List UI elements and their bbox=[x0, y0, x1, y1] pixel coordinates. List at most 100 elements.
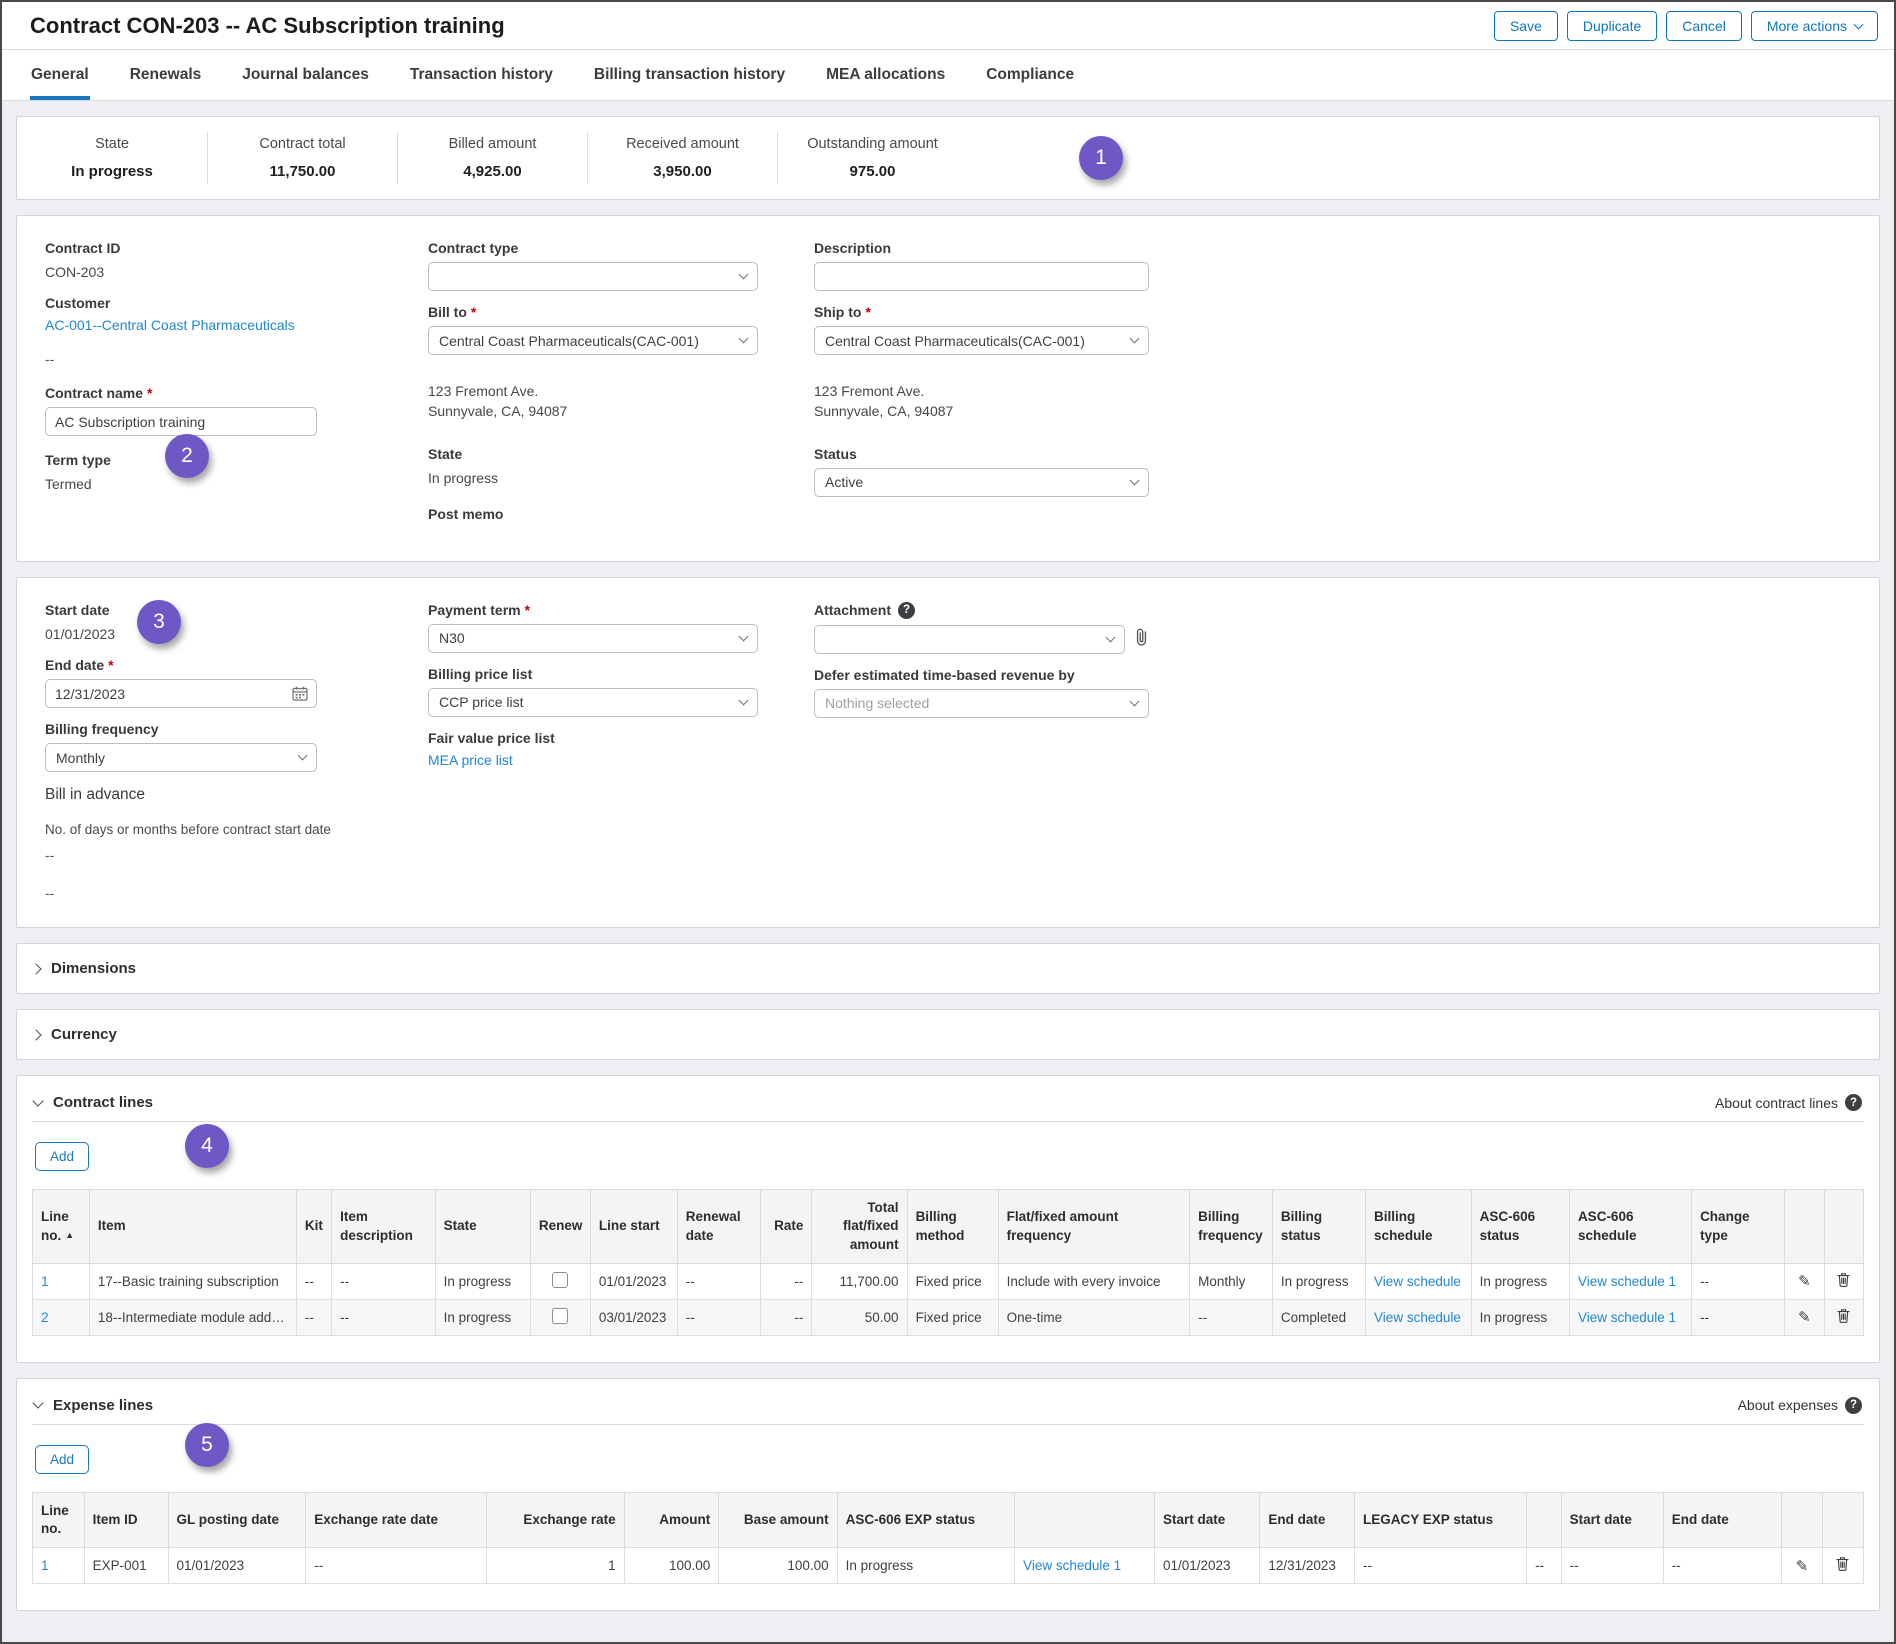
table-link[interactable]: View schedule 1 bbox=[1578, 1310, 1676, 1325]
column-header[interactable]: Change type bbox=[1692, 1190, 1785, 1264]
delete-icon[interactable] bbox=[1836, 1556, 1849, 1575]
billing-price-list-select[interactable]: CCP price list bbox=[428, 688, 758, 717]
column-header[interactable]: ASC-606 EXP status bbox=[837, 1492, 1015, 1547]
column-header[interactable]: End date bbox=[1260, 1492, 1355, 1547]
column-header[interactable]: Start date bbox=[1154, 1492, 1259, 1547]
column-header[interactable]: End date bbox=[1663, 1492, 1781, 1547]
bill-to-select[interactable]: Central Coast Pharmaceuticals(CAC-001) bbox=[428, 326, 758, 355]
column-header[interactable]: Billing method bbox=[907, 1190, 998, 1264]
column-header[interactable]: Billing status bbox=[1272, 1190, 1365, 1264]
column-header[interactable]: GL posting date bbox=[168, 1492, 306, 1547]
end-date-input[interactable] bbox=[45, 679, 317, 708]
column-header[interactable]: Renewal date bbox=[677, 1190, 760, 1264]
cancel-button[interactable]: Cancel bbox=[1666, 11, 1742, 41]
column-header[interactable]: Total flat/fixed amount bbox=[812, 1190, 907, 1264]
column-header[interactable]: Flat/fixed amount frequency bbox=[998, 1190, 1189, 1264]
save-button[interactable]: Save bbox=[1494, 11, 1558, 41]
status-select[interactable]: Active bbox=[814, 468, 1149, 497]
column-header[interactable]: Billing schedule bbox=[1366, 1190, 1472, 1264]
help-icon[interactable]: ? bbox=[898, 602, 915, 619]
column-header[interactable]: Line no.▲ bbox=[33, 1190, 90, 1264]
table-cell: ✎ bbox=[1782, 1548, 1823, 1584]
duplicate-button[interactable]: Duplicate bbox=[1567, 11, 1657, 41]
tab-journal-balances[interactable]: Journal balances bbox=[241, 64, 370, 100]
dimensions-section-toggle[interactable]: Dimensions bbox=[16, 943, 1880, 994]
delete-icon[interactable] bbox=[1837, 1272, 1850, 1291]
column-header[interactable]: Item bbox=[89, 1190, 296, 1264]
tab-compliance[interactable]: Compliance bbox=[985, 64, 1075, 100]
renew-checkbox[interactable] bbox=[552, 1308, 568, 1324]
tab-transaction-history[interactable]: Transaction history bbox=[409, 64, 554, 100]
edit-icon[interactable]: ✎ bbox=[1798, 1308, 1811, 1326]
column-header[interactable]: ASC-606 schedule bbox=[1569, 1190, 1691, 1264]
edit-icon[interactable]: ✎ bbox=[1796, 1557, 1809, 1575]
column-header[interactable] bbox=[1527, 1492, 1561, 1547]
column-header[interactable]: ASC-606 status bbox=[1471, 1190, 1569, 1264]
billing-frequency-select[interactable]: Monthly bbox=[45, 743, 317, 772]
contract-name-input[interactable] bbox=[45, 407, 317, 436]
column-header[interactable]: Kit bbox=[296, 1190, 331, 1264]
currency-section-toggle[interactable]: Currency bbox=[16, 1009, 1880, 1060]
paperclip-icon[interactable] bbox=[1134, 628, 1149, 651]
table-link[interactable]: 1 bbox=[41, 1274, 49, 1289]
table-link[interactable]: View schedule bbox=[1374, 1274, 1461, 1289]
table-cell: 01/01/2023 bbox=[1154, 1548, 1259, 1584]
about-expenses-link[interactable]: About expenses ? bbox=[1738, 1397, 1862, 1414]
table-cell: ✎ bbox=[1785, 1263, 1824, 1299]
column-header[interactable]: Billing frequency bbox=[1190, 1190, 1273, 1264]
column-header[interactable]: Item ID bbox=[84, 1492, 168, 1547]
billing-price-list-label: Billing price list bbox=[428, 666, 758, 682]
mea-price-list-link[interactable]: MEA price list bbox=[428, 752, 513, 768]
ship-to-select[interactable]: Central Coast Pharmaceuticals(CAC-001) bbox=[814, 326, 1149, 355]
table-cell: In progress bbox=[1272, 1263, 1365, 1299]
description-input[interactable] bbox=[814, 262, 1149, 291]
contract-lines-toggle[interactable]: Contract lines bbox=[34, 1094, 153, 1111]
contract-type-select[interactable] bbox=[428, 262, 758, 291]
help-icon[interactable]: ? bbox=[1845, 1094, 1862, 1111]
stat-value: 4,925.00 bbox=[404, 163, 581, 180]
column-header[interactable]: Line no. bbox=[33, 1492, 85, 1547]
column-header[interactable]: LEGACY EXP status bbox=[1355, 1492, 1527, 1547]
column-header[interactable]: State bbox=[435, 1190, 530, 1264]
column-header[interactable] bbox=[1822, 1492, 1863, 1547]
renew-checkbox[interactable] bbox=[552, 1272, 568, 1288]
column-header[interactable]: Renew bbox=[530, 1190, 590, 1264]
table-link[interactable]: View schedule 1 bbox=[1023, 1558, 1121, 1573]
more-actions-button[interactable]: More actions bbox=[1751, 11, 1878, 41]
add-expense-line-button[interactable]: Add bbox=[35, 1445, 89, 1474]
table-link[interactable]: 2 bbox=[41, 1310, 49, 1325]
column-header[interactable] bbox=[1782, 1492, 1823, 1547]
defer-revenue-select[interactable]: Nothing selected bbox=[814, 689, 1149, 718]
column-header[interactable]: Rate bbox=[760, 1190, 812, 1264]
column-header[interactable]: Exchange rate date bbox=[306, 1492, 487, 1547]
about-contract-lines-link[interactable]: About contract lines ? bbox=[1715, 1094, 1862, 1111]
column-header[interactable] bbox=[1015, 1492, 1155, 1547]
chevron-down-icon bbox=[1854, 19, 1864, 29]
column-header[interactable]: Amount bbox=[624, 1492, 719, 1547]
tab-mea-allocations[interactable]: MEA allocations bbox=[825, 64, 946, 100]
tab-renewals[interactable]: Renewals bbox=[129, 64, 203, 100]
end-date-label-text: End date bbox=[45, 657, 104, 673]
add-contract-line-button[interactable]: Add bbox=[35, 1142, 89, 1171]
edit-icon[interactable]: ✎ bbox=[1798, 1272, 1811, 1290]
delete-icon[interactable] bbox=[1837, 1308, 1850, 1327]
table-link[interactable]: View schedule 1 bbox=[1578, 1274, 1676, 1289]
table-link[interactable]: 1 bbox=[41, 1558, 49, 1573]
column-header[interactable] bbox=[1824, 1190, 1863, 1264]
column-header[interactable]: Exchange rate bbox=[486, 1492, 624, 1547]
expense-lines-toggle[interactable]: Expense lines bbox=[34, 1397, 153, 1414]
tab-general[interactable]: General bbox=[30, 64, 90, 100]
calendar-icon[interactable] bbox=[292, 686, 308, 706]
column-header[interactable]: Item description bbox=[332, 1190, 436, 1264]
table-link[interactable]: View schedule bbox=[1374, 1310, 1461, 1325]
tab-billing-transaction-history[interactable]: Billing transaction history bbox=[593, 64, 786, 100]
column-header[interactable] bbox=[1785, 1190, 1824, 1264]
attachment-select[interactable] bbox=[814, 625, 1125, 654]
column-header[interactable]: Base amount bbox=[719, 1492, 837, 1547]
payment-term-select[interactable]: N30 bbox=[428, 624, 758, 653]
column-header[interactable]: Line start bbox=[590, 1190, 677, 1264]
column-header[interactable]: Start date bbox=[1561, 1492, 1663, 1547]
customer-link[interactable]: AC-001--Central Coast Pharmaceuticals bbox=[45, 317, 295, 333]
table-cell: Fixed price bbox=[907, 1299, 998, 1335]
help-icon[interactable]: ? bbox=[1845, 1397, 1862, 1414]
